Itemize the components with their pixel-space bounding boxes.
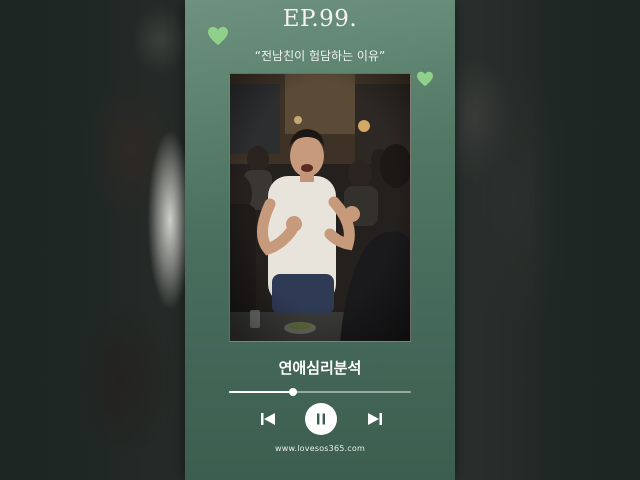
episode-cover-image [229, 73, 411, 342]
skip-previous-icon [261, 413, 275, 425]
program-title: 연애심리분석 [278, 359, 362, 377]
next-button[interactable] [367, 411, 383, 427]
playback-controls [185, 403, 455, 435]
background-right-blur [455, 0, 640, 480]
previous-button[interactable] [260, 411, 276, 427]
heart-icon [207, 26, 229, 46]
website-url: www.lovesos365.com [275, 444, 365, 453]
progress-bar[interactable] [229, 388, 411, 396]
heart-icon [416, 71, 434, 87]
progress-fill [229, 391, 293, 393]
episode-subtitle: “전남친이 험담하는 이유” [254, 49, 386, 63]
skip-next-icon [368, 413, 382, 425]
pause-button[interactable] [305, 403, 337, 435]
player-card: EP.99. “전남친이 험담하는 이유” 연애심리분석 www.lovesos… [185, 0, 455, 480]
background-left-blur [0, 0, 185, 480]
progress-knob[interactable] [288, 388, 297, 396]
pause-icon [317, 413, 325, 425]
